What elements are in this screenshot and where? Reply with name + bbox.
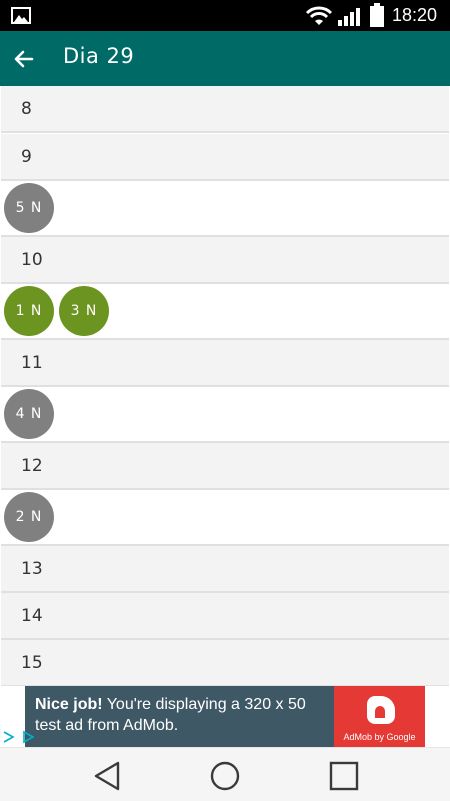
recents-square-icon xyxy=(329,761,359,791)
app-bar: Dia 29 xyxy=(0,31,450,86)
schedule-item-chip[interactable]: 5 N xyxy=(4,183,54,233)
schedule-item-chip[interactable]: 2 N xyxy=(4,492,54,542)
wifi-icon xyxy=(305,6,333,25)
hour-items-row: 5 N xyxy=(1,181,449,237)
hour-header: 8 xyxy=(1,86,449,133)
hour-label: 8 xyxy=(21,99,32,119)
signal-icon xyxy=(338,8,360,26)
page-title: Dia 29 xyxy=(63,44,135,68)
hour-items-row: 2 N xyxy=(1,490,449,546)
battery-icon xyxy=(370,3,384,27)
hour-label: 14 xyxy=(21,606,43,626)
hour-items-row: 1 N 3 N xyxy=(1,284,449,340)
admob-logo-icon xyxy=(367,696,395,724)
ad-banner[interactable]: Nice job! You're displaying a 320 x 50 t… xyxy=(0,686,450,747)
status-clock: 18:20 xyxy=(392,5,438,25)
hour-header: 11 xyxy=(1,340,449,387)
back-button[interactable] xyxy=(6,41,42,77)
schedule-item-chip[interactable]: 4 N xyxy=(4,389,54,439)
hour-label: 15 xyxy=(21,653,43,673)
home-circle-icon xyxy=(210,761,240,791)
hour-label: 12 xyxy=(21,456,43,476)
status-bar: 18:20 xyxy=(0,0,450,31)
schedule-list[interactable]: 8 9 5 N 10 1 N 3 N 11 4 N 12 2 N 13 14 1… xyxy=(0,86,450,686)
hour-label: 13 xyxy=(21,559,43,579)
admob-logo-box: AdMob by Google xyxy=(334,686,425,747)
arrow-left-icon xyxy=(14,50,34,68)
schedule-item-chip[interactable]: 3 N xyxy=(59,286,109,336)
hour-label: 9 xyxy=(21,147,32,167)
admob-caption: AdMob by Google xyxy=(343,732,416,742)
adchoices-icon[interactable] xyxy=(0,729,38,745)
ad-headline: Nice job! xyxy=(35,696,103,713)
hour-header: 12 xyxy=(1,443,449,490)
system-nav-bar xyxy=(0,747,450,801)
gallery-icon xyxy=(11,7,31,24)
hour-header: 10 xyxy=(1,237,449,284)
hour-header: 9 xyxy=(1,134,449,181)
hour-header: 13 xyxy=(1,546,449,593)
nav-home-button[interactable] xyxy=(207,758,243,794)
ad-body[interactable]: Nice job! You're displaying a 320 x 50 t… xyxy=(25,686,425,747)
hour-items-row: 4 N xyxy=(1,387,449,443)
nav-recents-button[interactable] xyxy=(326,758,362,794)
hour-label: 11 xyxy=(21,353,43,373)
ad-text: Nice job! You're displaying a 320 x 50 t… xyxy=(35,694,335,736)
hour-header: 15 xyxy=(1,640,449,686)
hour-header: 14 xyxy=(1,593,449,640)
nav-back-button[interactable] xyxy=(89,758,125,794)
schedule-item-chip[interactable]: 1 N xyxy=(4,286,54,336)
hour-label: 10 xyxy=(21,250,43,270)
back-triangle-icon xyxy=(94,761,120,791)
